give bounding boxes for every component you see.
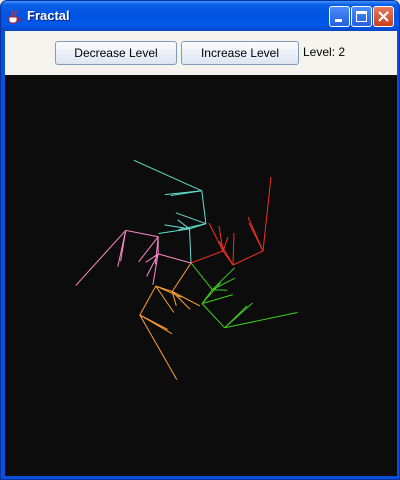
fractal-segment-0 bbox=[190, 250, 224, 264]
java-cup-icon bbox=[6, 8, 22, 24]
fractal-segment-21 bbox=[212, 289, 228, 291]
close-button[interactable] bbox=[373, 6, 394, 27]
fractal-segment-20 bbox=[211, 267, 235, 291]
level-label: Level: 2 bbox=[303, 45, 346, 59]
fractal-drawing bbox=[75, 159, 298, 380]
fractal-segment-3 bbox=[262, 176, 272, 252]
title-bar[interactable]: Fractal bbox=[1, 1, 399, 31]
fractal-segment-2 bbox=[232, 250, 264, 266]
fractal-segment-47 bbox=[133, 159, 203, 192]
fractal-segment-46 bbox=[201, 190, 207, 224]
fractal-segment-24 bbox=[139, 285, 157, 316]
fractal-canvas bbox=[5, 75, 397, 476]
fractal-segment-44 bbox=[189, 228, 192, 264]
fractal-segment-5 bbox=[248, 222, 264, 252]
fractal-segment-31 bbox=[171, 291, 201, 307]
fractal-segment-11 bbox=[190, 262, 213, 291]
minimize-button[interactable] bbox=[329, 6, 350, 27]
fractal-segment-40 bbox=[138, 236, 159, 263]
maximize-button[interactable] bbox=[351, 6, 372, 27]
fractal-segment-16 bbox=[224, 305, 248, 329]
fractal-segment-7 bbox=[232, 232, 235, 266]
fractal-segment-14 bbox=[224, 312, 298, 329]
fractal-segment-33 bbox=[157, 253, 192, 264]
fractal-segment-53 bbox=[158, 228, 190, 234]
toolbar: Decrease Level Increase Level Level: 2 bbox=[5, 31, 397, 75]
fractal-segment-35 bbox=[125, 229, 159, 238]
fractal-segment-8 bbox=[218, 240, 234, 266]
decrease-level-button[interactable]: Decrease Level bbox=[55, 41, 177, 65]
fractal-segment-13 bbox=[201, 303, 226, 329]
fractal-segment-52 bbox=[178, 223, 207, 231]
window-title: Fractal bbox=[27, 8, 70, 23]
increase-level-button[interactable]: Increase Level bbox=[181, 41, 299, 65]
fractal-window: Fractal Decrease Level Increase Level Le… bbox=[0, 0, 400, 480]
fractal-segment-10 bbox=[222, 236, 229, 252]
fractal-segment-22 bbox=[171, 262, 192, 292]
fractal-segment-36 bbox=[75, 230, 127, 286]
